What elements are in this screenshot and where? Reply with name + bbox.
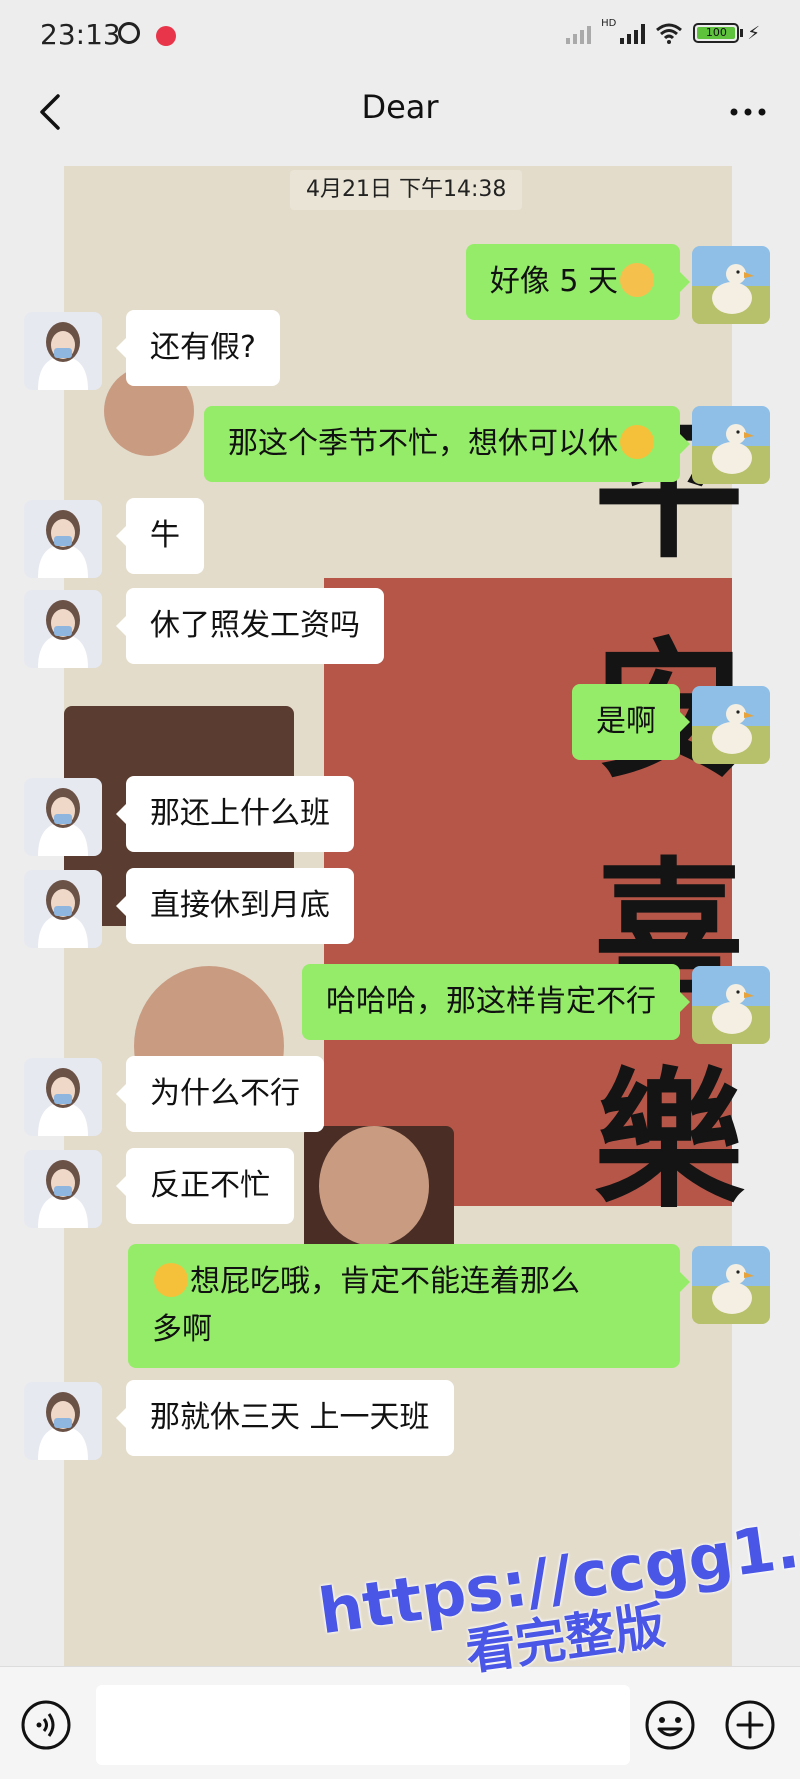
wifi-icon xyxy=(656,23,683,44)
contact-avatar[interactable] xyxy=(24,590,102,668)
emoji-picker-icon[interactable] xyxy=(644,1699,696,1751)
outgoing-message[interactable]: 哈哈哈，那这样肯定不行 xyxy=(302,964,690,1040)
incoming-message[interactable]: 为什么不行 xyxy=(116,1056,324,1132)
my-avatar[interactable] xyxy=(692,1246,770,1324)
contact-avatar[interactable] xyxy=(24,1058,102,1136)
message-text: 多啊 xyxy=(152,1312,212,1347)
message-text: 反正不忙 xyxy=(150,1168,270,1203)
chat-title: Dear xyxy=(361,88,439,126)
outgoing-message[interactable]: 好像 5 天 xyxy=(465,244,691,320)
chat-header: Dear xyxy=(0,70,800,156)
charging-icon: ⚡ xyxy=(747,22,760,44)
message-text: 好像 5 天 xyxy=(489,264,618,299)
message-text: 直接休到月底 xyxy=(150,888,330,923)
hd-label: HD xyxy=(601,17,617,29)
contact-avatar[interactable] xyxy=(24,1382,102,1460)
cat-emoji-icon xyxy=(620,263,654,297)
message-text: 是啊 xyxy=(596,704,656,739)
message-input[interactable] xyxy=(96,1685,630,1765)
laugh-cry-emoji-icon xyxy=(154,1263,188,1297)
battery-icon: 100 ⚡ xyxy=(693,23,760,44)
alarm-icon xyxy=(118,22,140,44)
grin-emoji-icon xyxy=(620,425,654,459)
incoming-message[interactable]: 还有假? xyxy=(116,310,280,386)
calligraphy-char: 樂 xyxy=(593,1053,744,1229)
voice-input-icon[interactable] xyxy=(20,1699,72,1751)
message-text: 想屁吃哦，肯定不能连着那么 xyxy=(190,1264,580,1299)
more-options-icon[interactable] xyxy=(726,90,770,134)
message-timestamp: 4月21日 下午14:38 xyxy=(290,170,523,210)
incoming-message[interactable]: 那就休三天 上一天班 xyxy=(116,1380,454,1456)
incoming-message[interactable]: 反正不忙 xyxy=(116,1148,294,1224)
message-text: 哈哈哈，那这样肯定不行 xyxy=(326,984,656,1019)
message-text: 那还上什么班 xyxy=(150,796,330,831)
contact-avatar[interactable] xyxy=(24,1150,102,1228)
contact-avatar[interactable] xyxy=(24,778,102,856)
my-avatar[interactable] xyxy=(692,406,770,484)
incoming-message[interactable]: 直接休到月底 xyxy=(116,868,354,944)
message-text: 那这个季节不忙，想休可以休 xyxy=(228,426,618,461)
wallpaper-sticker xyxy=(319,1126,429,1246)
message-text: 还有假? xyxy=(150,330,256,365)
my-avatar[interactable] xyxy=(692,966,770,1044)
record-icon xyxy=(156,26,176,46)
incoming-message[interactable]: 休了照发工资吗 xyxy=(116,588,384,664)
battery-level: 100 xyxy=(697,27,736,39)
my-avatar[interactable] xyxy=(692,246,770,324)
outgoing-message[interactable]: 想屁吃哦，肯定不能连着那么 多啊 xyxy=(128,1244,690,1368)
my-avatar[interactable] xyxy=(692,686,770,764)
message-text: 牛 xyxy=(150,518,180,553)
outgoing-message[interactable]: 是啊 xyxy=(572,684,690,760)
message-text: 为什么不行 xyxy=(150,1076,300,1111)
contact-avatar[interactable] xyxy=(24,870,102,948)
incoming-message[interactable]: 那还上什么班 xyxy=(116,776,354,852)
signal-strong-icon xyxy=(620,22,646,44)
message-text: 休了照发工资吗 xyxy=(150,608,360,643)
contact-avatar[interactable] xyxy=(24,500,102,578)
signal-icon xyxy=(566,22,592,44)
outgoing-message[interactable]: 那这个季节不忙，想休可以休 xyxy=(204,406,690,482)
status-icons: HD 100 ⚡ xyxy=(566,18,760,44)
message-text: 那就休三天 上一天班 xyxy=(150,1400,430,1435)
more-actions-plus-icon[interactable] xyxy=(724,1699,776,1751)
contact-avatar[interactable] xyxy=(24,312,102,390)
incoming-message[interactable]: 牛 xyxy=(116,498,204,574)
status-time: 23:13 xyxy=(40,18,121,51)
status-bar: 23:13 HD 100 ⚡ xyxy=(0,0,800,70)
chat-area[interactable]: 平 安 喜 樂 鸣 4月21日 下午14:38 好像 5 天 还有假? 那这个季… xyxy=(0,156,800,1666)
